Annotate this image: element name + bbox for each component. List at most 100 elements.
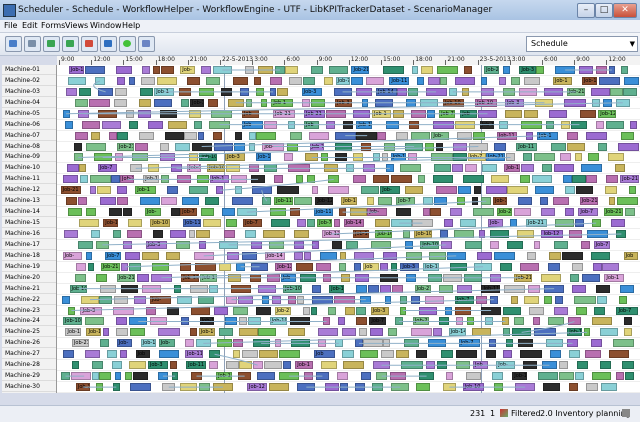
machine-row-label[interactable]: Machine-11	[2, 174, 56, 185]
menu-window[interactable]: Window	[90, 21, 122, 30]
window-title: Scheduler - Schedule - WorkflowHelper - …	[18, 5, 493, 15]
machine-row-label[interactable]: Machine-18	[2, 251, 56, 261]
dependency-link	[124, 255, 457, 268]
time-tick: 6:00	[284, 56, 300, 65]
time-tick: 15:00	[380, 56, 401, 65]
maximize-button[interactable]: □	[595, 3, 613, 18]
time-tick: 22-5-2013	[219, 56, 254, 65]
status-count2: 1	[490, 409, 496, 418]
dependency-link	[66, 102, 623, 115]
time-tick: 18:00	[155, 56, 175, 65]
dependency-link	[219, 178, 334, 191]
add-button[interactable]	[81, 36, 98, 52]
machine-row-label[interactable]: Machine-30	[2, 382, 56, 393]
machine-row-label[interactable]: Machine-27	[2, 349, 56, 360]
time-tick: 9:00	[316, 56, 333, 65]
dependency-link	[161, 266, 484, 279]
machine-row-label[interactable]: Machine-06	[2, 120, 56, 130]
download-button[interactable]	[62, 36, 79, 52]
close-button[interactable]: ✕	[613, 3, 637, 18]
machine-row-label[interactable]: Machine-02	[2, 76, 56, 86]
dependency-link	[71, 299, 494, 312]
machine-row-label[interactable]: Machine-12	[2, 185, 56, 196]
machine-row-label[interactable]: Machine-10	[2, 163, 56, 174]
status-bar: 231 1 Filtered 2.0 Inventory planning	[0, 405, 640, 422]
menu-forms[interactable]: Forms	[41, 21, 65, 30]
dependency-links	[65, 69, 623, 388]
dependency-link	[246, 200, 487, 213]
machine-row-label[interactable]: Machine-09	[2, 152, 56, 163]
machine-row-label[interactable]: Machine-15	[2, 218, 56, 229]
smiley-button[interactable]	[119, 36, 136, 52]
menu-help[interactable]: Help	[122, 21, 140, 30]
view-select[interactable]: Schedule ▼	[526, 36, 638, 52]
machine-row-label[interactable]: Machine-29	[2, 371, 56, 382]
status-filtered: Filtered	[511, 409, 541, 418]
machine-row-label[interactable]: Machine-17	[2, 240, 56, 250]
upload-icon	[47, 40, 55, 47]
machine-row-label[interactable]: Machine-01	[2, 65, 56, 75]
open-button[interactable]	[5, 36, 22, 52]
title-bar: Scheduler - Schedule - WorkflowHelper - …	[0, 0, 640, 21]
dependency-link	[203, 331, 588, 344]
time-tick: 12:00	[348, 56, 369, 65]
menu-edit[interactable]: Edit	[22, 21, 38, 30]
refresh-button[interactable]	[24, 36, 41, 52]
status-mode: 2.0 Inventory planning	[540, 409, 631, 418]
dependency-link	[203, 244, 447, 257]
properties-button[interactable]	[138, 36, 155, 52]
chevron-down-icon: ▼	[629, 40, 635, 48]
menu-bar: File Edit Forms Views Window Help	[0, 20, 640, 33]
dependency-link	[102, 233, 622, 246]
machine-row-label[interactable]: Machine-16	[2, 229, 56, 239]
machine-row-label[interactable]: Machine-19	[2, 262, 56, 272]
machine-row-label[interactable]: Machine-22	[2, 295, 56, 305]
machine-row-label[interactable]: Machine-03	[2, 87, 56, 97]
machine-row-label[interactable]: Machine-04	[2, 98, 56, 108]
machine-row-label[interactable]: Machine-23	[2, 306, 56, 316]
machine-row-label[interactable]: Machine-14	[2, 207, 56, 218]
machine-row-label[interactable]: Machine-26	[2, 338, 56, 349]
dependency-link	[78, 146, 479, 158]
status-count: 231	[470, 409, 486, 418]
time-tick: 18:00	[413, 56, 433, 65]
machine-row-label[interactable]: Machine-08	[2, 142, 56, 152]
cut-icon	[104, 40, 112, 47]
machine-row-label[interactable]: Machine-25	[2, 327, 56, 338]
dependency-link	[214, 353, 258, 366]
time-tick: 21:00	[187, 56, 208, 65]
dependency-link	[201, 135, 548, 148]
dependency-link	[89, 288, 555, 301]
machine-row-label[interactable]: Machine-21	[2, 284, 56, 294]
machine-row-label[interactable]: Machine-05	[2, 109, 56, 119]
time-tick: 12:00	[91, 56, 111, 65]
smiley-icon	[123, 40, 131, 47]
menu-file[interactable]: File	[4, 21, 17, 30]
time-tick: 6:00	[541, 56, 558, 65]
gantt-chart: Job-11Job-Job-21Job-21Job-3Job-7Job-11Jo…	[57, 65, 640, 393]
upload-button[interactable]	[43, 36, 60, 52]
time-tick: 9:00	[58, 56, 75, 65]
time-tick: 21:00	[445, 56, 465, 65]
time-tick: 3:00	[509, 56, 526, 65]
time-tick: 9:00	[574, 56, 590, 65]
download-icon	[66, 40, 74, 47]
machine-row-label[interactable]: Machine-28	[2, 360, 56, 371]
minimize-button[interactable]: –	[577, 3, 595, 18]
time-tick: 12:00	[606, 56, 626, 65]
machine-row-label[interactable]: Machine-24	[2, 316, 56, 327]
refresh-icon	[28, 40, 36, 47]
machine-list: Machine-01 Machine-02 Machine-03 Machine-04…	[2, 65, 57, 393]
dependency-link	[261, 190, 268, 202]
machine-row-label[interactable]: Machine-07	[2, 131, 56, 141]
cut-button[interactable]	[100, 36, 117, 52]
dependency-link	[93, 80, 106, 93]
time-tick: 23-5-2013	[477, 56, 511, 65]
machine-row-label[interactable]: Machine-13	[2, 196, 56, 207]
dependency-link	[135, 156, 511, 169]
view-select-value: Schedule	[531, 39, 568, 48]
machine-row-label[interactable]: Machine-20	[2, 273, 56, 283]
edit-icon[interactable]	[622, 409, 630, 417]
app-icon	[3, 4, 16, 17]
menu-views[interactable]: Views	[65, 21, 88, 30]
